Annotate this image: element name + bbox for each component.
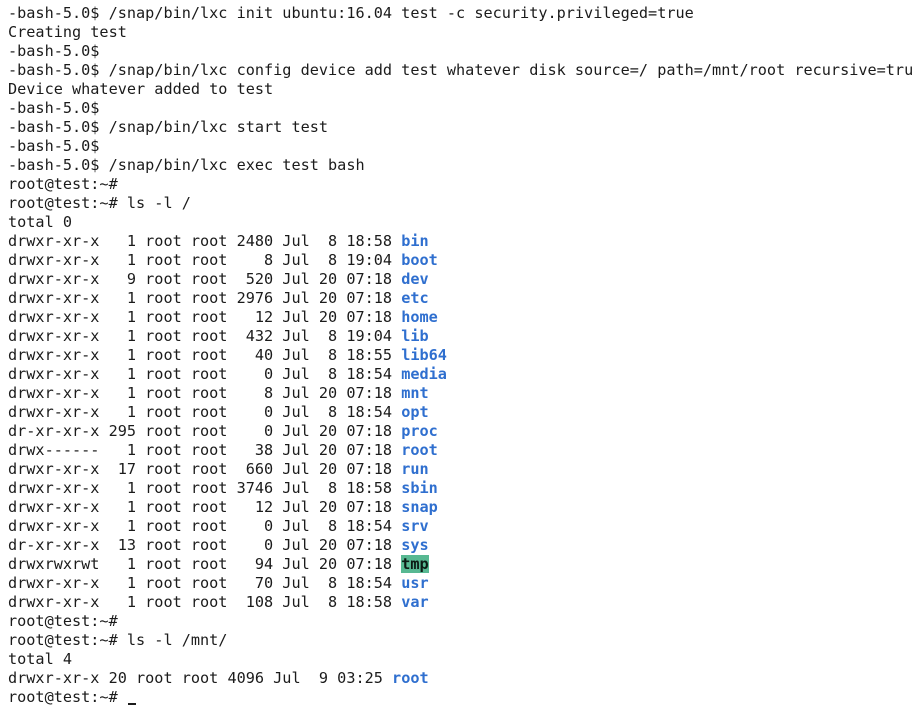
terminal-line: -bash-5.0$ /snap/bin/lxc exec test bash — [8, 156, 912, 175]
directory-name: boot — [401, 251, 438, 269]
ls-entry-meta: drwxr-xr-x 17 root root 660 Jul 20 07:18 — [8, 460, 402, 478]
ls-entry-line: drwxrwxrwt 1 root root 94 Jul 20 07:18 t… — [8, 555, 912, 574]
ls-entry-line: dr-xr-xr-x 295 root root 0 Jul 20 07:18 … — [8, 422, 912, 441]
line-text: root@test:~# ls -l / — [8, 194, 191, 212]
line-text: root@test:~# — [8, 612, 118, 630]
terminal-line: Device whatever added to test — [8, 80, 912, 99]
terminal-line: -bash-5.0$ /snap/bin/lxc start test — [8, 118, 912, 137]
directory-name: root — [392, 669, 429, 687]
directory-name: dev — [401, 270, 429, 288]
ls-entry-line: drwxr-xr-x 1 root root 108 Jul 8 18:58 v… — [8, 593, 912, 612]
line-text: Creating test — [8, 23, 127, 41]
line-text: total 4 — [8, 650, 73, 668]
ls-entry-meta: drwxr-xr-x 1 root root 2976 Jul 20 07:18 — [8, 289, 402, 307]
ls-entry-line: drwxr-xr-x 9 root root 520 Jul 20 07:18 … — [8, 270, 912, 289]
ls-entry-line: drwxr-xr-x 1 root root 432 Jul 8 19:04 l… — [8, 327, 912, 346]
directory-name: mnt — [401, 384, 429, 402]
line-text: -bash-5.0$ /snap/bin/lxc init ubuntu:16.… — [8, 4, 694, 22]
ls-entry-meta: drwxr-xr-x 1 root root 40 Jul 8 18:55 — [8, 346, 402, 364]
line-text: -bash-5.0$ /snap/bin/lxc exec test bash — [8, 156, 365, 174]
ls-entry-line: drwxr-xr-x 1 root root 12 Jul 20 07:18 h… — [8, 308, 912, 327]
prompt-text: root@test:~# — [8, 688, 127, 706]
directory-name: bin — [401, 232, 429, 250]
directory-name: etc — [401, 289, 429, 307]
ls-entry-line: drwxr-xr-x 1 root root 12 Jul 20 07:18 s… — [8, 498, 912, 517]
directory-name: var — [401, 593, 429, 611]
terminal-line: root@test:~# ls -l / — [8, 194, 912, 213]
line-text: Device whatever added to test — [8, 80, 274, 98]
line-text: -bash-5.0$ /snap/bin/lxc config device a… — [8, 61, 912, 79]
ls-entry-meta: drwxr-xr-x 1 root root 70 Jul 8 18:54 — [8, 574, 402, 592]
ls-entry-meta: drwxr-xr-x 1 root root 8 Jul 20 07:18 — [8, 384, 402, 402]
directory-name: opt — [401, 403, 429, 421]
ls-entry-meta: dr-xr-xr-x 295 root root 0 Jul 20 07:18 — [8, 422, 402, 440]
terminal-line: Creating test — [8, 23, 912, 42]
terminal-line: root@test:~# — [8, 612, 912, 631]
ls-entry-meta: drwxr-xr-x 1 root root 108 Jul 8 18:58 — [8, 593, 402, 611]
ls-entry-meta: dr-xr-xr-x 13 root root 0 Jul 20 07:18 — [8, 536, 402, 554]
line-text: root@test:~# — [8, 175, 118, 193]
line-text: -bash-5.0$ — [8, 137, 100, 155]
terminal-prompt-line[interactable]: root@test:~# — [8, 688, 912, 707]
ls-entry-line: drwxr-xr-x 1 root root 8 Jul 8 19:04 boo… — [8, 251, 912, 270]
ls-entry-line: drwxr-xr-x 1 root root 0 Jul 8 18:54 srv — [8, 517, 912, 536]
directory-name: sys — [401, 536, 429, 554]
text-cursor — [127, 703, 136, 705]
ls-entry-meta: drwxr-xr-x 1 root root 3746 Jul 8 18:58 — [8, 479, 402, 497]
directory-name: lib — [401, 327, 429, 345]
terminal-line: -bash-5.0$ /snap/bin/lxc init ubuntu:16.… — [8, 4, 912, 23]
directory-name: home — [401, 308, 438, 326]
line-text: -bash-5.0$ — [8, 99, 100, 117]
line-text: -bash-5.0$ /snap/bin/lxc start test — [8, 118, 329, 136]
ls-entry-meta: drwxr-xr-x 1 root root 0 Jul 8 18:54 — [8, 365, 402, 383]
directory-name: srv — [401, 517, 429, 535]
directory-name: root — [401, 441, 438, 459]
directory-name: proc — [401, 422, 438, 440]
terminal-line: total 4 — [8, 650, 912, 669]
ls-entry-line: drwxr-xr-x 1 root root 0 Jul 8 18:54 opt — [8, 403, 912, 422]
ls-entry-meta: drwxr-xr-x 1 root root 2480 Jul 8 18:58 — [8, 232, 402, 250]
ls-entry-line: drwxr-xr-x 1 root root 3746 Jul 8 18:58 … — [8, 479, 912, 498]
terminal-output: -bash-5.0$ /snap/bin/lxc init ubuntu:16.… — [8, 4, 912, 688]
ls-entry-line: drwxr-xr-x 1 root root 0 Jul 8 18:54 med… — [8, 365, 912, 384]
ls-entry-meta: drwxr-xr-x 1 root root 0 Jul 8 18:54 — [8, 517, 402, 535]
ls-entry-meta: drwxr-xr-x 1 root root 432 Jul 8 19:04 — [8, 327, 402, 345]
ls-entry-meta: drwxr-xr-x 1 root root 12 Jul 20 07:18 — [8, 308, 402, 326]
directory-name: tmp — [401, 555, 429, 573]
ls-entry-meta: drwxr-xr-x 1 root root 0 Jul 8 18:54 — [8, 403, 402, 421]
ls-entry-meta: drwxr-xr-x 1 root root 12 Jul 20 07:18 — [8, 498, 402, 516]
line-text: total 0 — [8, 213, 73, 231]
ls-entry-meta: drwx------ 1 root root 38 Jul 20 07:18 — [8, 441, 402, 459]
ls-entry-line: drwxr-xr-x 1 root root 70 Jul 8 18:54 us… — [8, 574, 912, 593]
ls-entry-line: drwxr-xr-x 1 root root 40 Jul 8 18:55 li… — [8, 346, 912, 365]
directory-name: snap — [401, 498, 438, 516]
terminal-window[interactable]: -bash-5.0$ /snap/bin/lxc init ubuntu:16.… — [0, 0, 912, 711]
directory-name: usr — [401, 574, 429, 592]
terminal-line: root@test:~# ls -l /mnt/ — [8, 631, 912, 650]
directory-name: lib64 — [401, 346, 447, 364]
ls-entry-line: drwxr-xr-x 17 root root 660 Jul 20 07:18… — [8, 460, 912, 479]
line-text: -bash-5.0$ — [8, 42, 100, 60]
directory-name: media — [401, 365, 447, 383]
ls-entry-meta: drwxr-xr-x 20 root root 4096 Jul 9 03:25 — [8, 669, 393, 687]
ls-entry-meta: drwxrwxrwt 1 root root 94 Jul 20 07:18 — [8, 555, 402, 573]
directory-name: run — [401, 460, 429, 478]
terminal-line: -bash-5.0$ — [8, 42, 912, 61]
terminal-line: -bash-5.0$ — [8, 99, 912, 118]
ls-entry-line: drwx------ 1 root root 38 Jul 20 07:18 r… — [8, 441, 912, 460]
terminal-line: root@test:~# — [8, 175, 912, 194]
ls-entry-line: drwxr-xr-x 1 root root 8 Jul 20 07:18 mn… — [8, 384, 912, 403]
ls-entry-line: drwxr-xr-x 1 root root 2480 Jul 8 18:58 … — [8, 232, 912, 251]
ls-entry-line: drwxr-xr-x 20 root root 4096 Jul 9 03:25… — [8, 669, 912, 688]
terminal-line: total 0 — [8, 213, 912, 232]
ls-entry-line: dr-xr-xr-x 13 root root 0 Jul 20 07:18 s… — [8, 536, 912, 555]
ls-entry-line: drwxr-xr-x 1 root root 2976 Jul 20 07:18… — [8, 289, 912, 308]
line-text: root@test:~# ls -l /mnt/ — [8, 631, 228, 649]
directory-name: sbin — [401, 479, 438, 497]
terminal-line: -bash-5.0$ — [8, 137, 912, 156]
ls-entry-meta: drwxr-xr-x 9 root root 520 Jul 20 07:18 — [8, 270, 402, 288]
terminal-line: -bash-5.0$ /snap/bin/lxc config device a… — [8, 61, 912, 80]
ls-entry-meta: drwxr-xr-x 1 root root 8 Jul 8 19:04 — [8, 251, 402, 269]
